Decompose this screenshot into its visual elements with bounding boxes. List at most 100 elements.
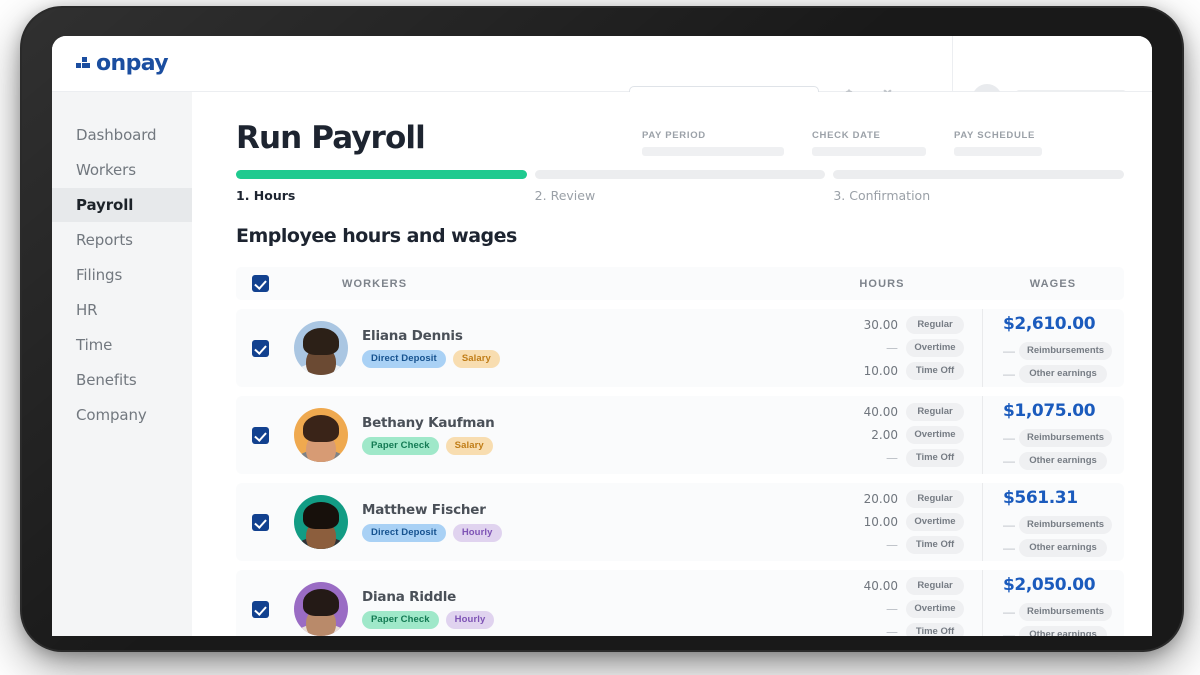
wages-value-reimbursements[interactable]: —: [1003, 344, 1015, 358]
badge-salary: Salary: [452, 350, 500, 368]
hours-line-regular[interactable]: 30.00 Regular: [856, 316, 964, 334]
wages-value-other_earnings[interactable]: —: [1003, 367, 1015, 381]
column-header-wages: WAGES: [1029, 277, 1077, 290]
sidebar-item-hr[interactable]: HR: [52, 293, 192, 327]
worker-name: Matthew Fischer: [362, 502, 486, 518]
hours-line-regular[interactable]: 40.00 Regular: [856, 403, 964, 421]
meta-pay-period: PAY PERIOD: [642, 130, 784, 156]
hours-tag-overtime: Overtime: [906, 339, 964, 357]
hours-line-timeoff[interactable]: — Time Off: [856, 536, 964, 554]
step-3[interactable]: 3. Confirmation: [833, 170, 1125, 203]
table-row[interactable]: Eliana Dennis Direct Deposit Salary 30.00 Re…: [236, 309, 1124, 387]
row-checkbox[interactable]: [251, 426, 269, 444]
wages-line-other_earnings[interactable]: — Other earnings: [1003, 451, 1107, 470]
sidebar-item-benefits[interactable]: Benefits: [52, 363, 192, 397]
worker-badges: Direct Deposit Hourly: [362, 524, 502, 542]
main-content: Run Payroll PAY PERIOD CHECK DATE PAY SCHE…: [192, 92, 1152, 636]
wages-line-reimbursements[interactable]: — Reimbursements: [1003, 428, 1113, 447]
hours-value-overtime[interactable]: 2.00: [856, 428, 898, 442]
hours-line-regular[interactable]: 40.00 Regular: [856, 577, 964, 595]
sidebar-item-workers[interactable]: Workers: [52, 153, 192, 187]
hours-line-regular[interactable]: 20.00 Regular: [856, 490, 964, 508]
column-header-workers: WORKERS: [342, 277, 408, 290]
hours-value-overtime[interactable]: —: [856, 602, 898, 616]
hours-value-overtime[interactable]: —: [856, 341, 898, 355]
worker-name: Diana Riddle: [362, 589, 457, 605]
row-checkbox[interactable]: [251, 339, 269, 357]
worker-info: Eliana Dennis Direct Deposit Salary: [362, 328, 500, 368]
hours-value-regular[interactable]: 30.00: [856, 318, 898, 332]
hours-value-timeoff[interactable]: —: [856, 625, 898, 636]
wages-line-other_earnings[interactable]: — Other earnings: [1003, 625, 1107, 637]
hours-line-timeoff[interactable]: — Time Off: [856, 623, 964, 636]
meta-value-placeholder: [812, 147, 926, 156]
worker-name: Eliana Dennis: [362, 328, 463, 344]
wages-tag-other_earnings: Other earnings: [1019, 625, 1107, 636]
hours-line-overtime[interactable]: — Overtime: [856, 339, 964, 357]
worker-avatar: [294, 321, 348, 375]
onpay-logo[interactable]: onpay: [76, 51, 169, 76]
hours-line-timeoff[interactable]: 10.00 Time Off: [856, 362, 964, 380]
table-row[interactable]: Diana Riddle Paper Check Hourly 40.00 Regula…: [236, 570, 1124, 636]
wages-line-other_earnings[interactable]: — Other earnings: [1003, 538, 1107, 557]
wages-cell: $561.31 — Reimbursements — Other earnings: [982, 483, 1124, 561]
step-progress-bar: [833, 170, 1125, 179]
worker-cell: Bethany Kaufman Paper Check Salary: [284, 408, 782, 462]
payroll-stepper: 1. Hours 2. Review 3. Confirmation: [236, 170, 1125, 203]
hours-tag-overtime: Overtime: [906, 513, 964, 531]
hours-cell: 40.00 Regular 2.00 Overtime — Time Off: [782, 396, 982, 474]
employee-hours-table: WORKERS HOURS WAGES Eliana Dennis Direct …: [236, 267, 1124, 636]
hours-value-regular[interactable]: 40.00: [856, 579, 898, 593]
hours-value-timeoff[interactable]: —: [856, 538, 898, 552]
row-select-cell: [236, 513, 284, 531]
hours-tag-timeoff: Time Off: [906, 449, 964, 467]
worker-info: Matthew Fischer Direct Deposit Hourly: [362, 502, 502, 542]
wages-line-other_earnings[interactable]: — Other earnings: [1003, 364, 1107, 383]
wages-value-other_earnings[interactable]: —: [1003, 454, 1015, 468]
hours-line-overtime[interactable]: 2.00 Overtime: [856, 426, 964, 444]
row-checkbox[interactable]: [251, 513, 269, 531]
wages-tag-other_earnings: Other earnings: [1019, 451, 1107, 470]
hours-value-regular[interactable]: 20.00: [856, 492, 898, 506]
wages-line-reimbursements[interactable]: — Reimbursements: [1003, 341, 1113, 360]
app-screen: onpay ? DashboardWorkersPayrollReportsFi…: [52, 36, 1152, 636]
hours-tag-regular: Regular: [906, 490, 964, 508]
sidebar-item-reports[interactable]: Reports: [52, 223, 192, 257]
hours-value-overtime[interactable]: 10.00: [856, 515, 898, 529]
hours-line-overtime[interactable]: — Overtime: [856, 600, 964, 618]
sidebar-item-time[interactable]: Time: [52, 328, 192, 362]
sidebar-nav: Dashboard Workers Payroll Reports Filings HR T…: [52, 92, 192, 636]
wages-tag-reimbursements: Reimbursements: [1019, 341, 1113, 360]
wages-line-reimbursements[interactable]: — Reimbursements: [1003, 515, 1113, 534]
hours-value-timeoff[interactable]: —: [856, 451, 898, 465]
wages-tag-other_earnings: Other earnings: [1019, 538, 1107, 557]
table-row[interactable]: Matthew Fischer Direct Deposit Hourly 20.00…: [236, 483, 1124, 561]
wages-value-other_earnings[interactable]: —: [1003, 541, 1015, 555]
select-all-checkbox[interactable]: [251, 275, 269, 292]
hours-line-timeoff[interactable]: — Time Off: [856, 449, 964, 467]
meta-label: PAY SCHEDULE: [954, 130, 1036, 141]
table-row[interactable]: Bethany Kaufman Paper Check Salary 40.00 Reg…: [236, 396, 1124, 474]
hours-value-regular[interactable]: 40.00: [856, 405, 898, 419]
meta-check-date: CHECK DATE: [812, 130, 926, 156]
sidebar-item-payroll[interactable]: Payroll: [52, 188, 192, 222]
wages-value-reimbursements[interactable]: —: [1003, 431, 1015, 445]
row-checkbox[interactable]: [251, 600, 269, 618]
hours-value-timeoff[interactable]: 10.00: [856, 364, 898, 378]
wages-value-reimbursements[interactable]: —: [1003, 605, 1015, 619]
hours-tag-regular: Regular: [906, 577, 964, 595]
wages-value-other_earnings[interactable]: —: [1003, 628, 1015, 637]
step-1[interactable]: 1. Hours: [236, 170, 527, 203]
meta-pay-schedule: PAY SCHEDULE: [954, 130, 1042, 156]
sidebar-item-company[interactable]: Company: [52, 398, 192, 432]
hours-tag-regular: Regular: [906, 316, 964, 334]
wages-value-reimbursements[interactable]: —: [1003, 518, 1015, 532]
sidebar-item-dashboard[interactable]: Dashboard: [52, 118, 192, 152]
wages-line-reimbursements[interactable]: — Reimbursements: [1003, 602, 1113, 621]
hours-line-overtime[interactable]: 10.00 Overtime: [856, 513, 964, 531]
hours-cell: 30.00 Regular — Overtime 10.00 Time Off: [782, 309, 982, 387]
sidebar-item-filings[interactable]: Filings: [52, 258, 192, 292]
select-all-cell: [236, 275, 284, 292]
meta-value-placeholder: [954, 147, 1042, 156]
step-2[interactable]: 2. Review: [534, 170, 826, 203]
